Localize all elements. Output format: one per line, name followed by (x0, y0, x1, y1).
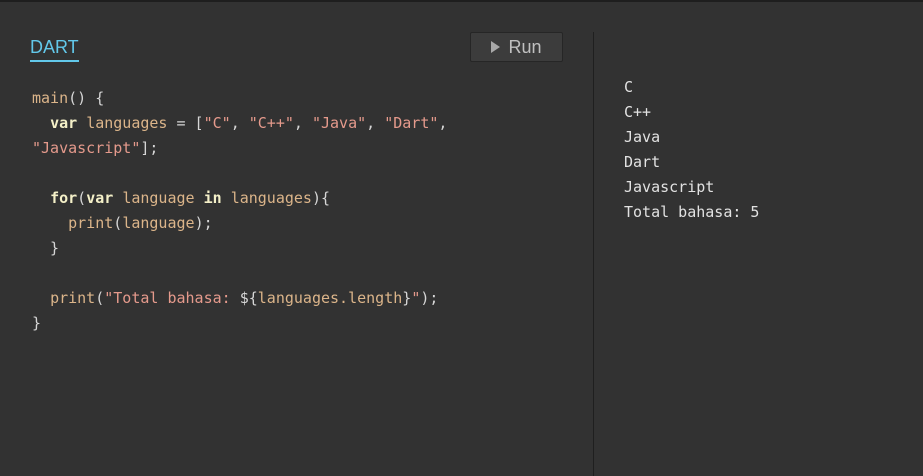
console-line: Javascript (624, 178, 715, 196)
code-token: } (32, 239, 60, 257)
console-output: C C++ Java Dart Javascript Total bahasa: 5 (624, 75, 759, 225)
code-token: "Dart" (384, 114, 439, 132)
code-token: ${ (239, 289, 258, 307)
code-token: ( (95, 289, 105, 307)
panel-divider (593, 32, 594, 476)
code-token: languages (230, 189, 312, 207)
code-token: ){ (311, 189, 331, 207)
code-line: } (32, 311, 447, 336)
play-icon (491, 41, 501, 53)
code-token: languages.length (257, 289, 403, 307)
console-line: C (624, 78, 634, 96)
code-token: print (68, 214, 114, 232)
code-token: "Total bahasa: (104, 289, 240, 307)
code-token: for (50, 189, 78, 207)
code-line: var languages = ["C", "C++", "Java", "Da… (32, 111, 447, 136)
code-token: language (122, 189, 195, 207)
code-token: ); (420, 289, 439, 307)
code-token: , (438, 114, 448, 132)
run-button-label: Run (508, 36, 542, 57)
code-line: main() { (32, 86, 447, 111)
code-token: ( (77, 189, 87, 207)
code-token: , (366, 114, 385, 132)
code-editor[interactable]: main() { var languages = ["C", "C++", "J… (32, 86, 447, 336)
code-token: ); (194, 214, 213, 232)
code-token: "C++" (248, 114, 294, 132)
code-token: () { (68, 89, 105, 107)
code-token: "C" (203, 114, 231, 132)
console-line: Dart (624, 153, 661, 171)
code-token: main (32, 89, 69, 107)
code-token: } (32, 314, 42, 332)
dartpad-window: DART Run main() { var languages = ["C", … (0, 0, 923, 476)
code-token: language (122, 214, 195, 232)
code-token: = [ (167, 114, 204, 132)
code-token: var (86, 189, 114, 207)
run-button[interactable]: Run (470, 32, 563, 62)
code-token: print (50, 289, 96, 307)
code-token: var (50, 114, 78, 132)
code-token: languages (86, 114, 168, 132)
code-token: "Javascript" (32, 139, 141, 157)
code-token: " (411, 289, 421, 307)
tab-dart[interactable]: DART (30, 36, 79, 62)
console-line: Total bahasa: 5 (624, 203, 760, 221)
code-token: , (230, 114, 249, 132)
code-line: print(language); (32, 211, 447, 236)
code-line: "Javascript"]; (32, 136, 447, 161)
code-token: } (402, 289, 412, 307)
editor-panel: DART Run main() { var languages = ["C", … (0, 2, 593, 476)
code-line: print("Total bahasa: ${languages.length}… (32, 286, 447, 311)
code-line: } (32, 236, 447, 261)
code-token: , (293, 114, 312, 132)
code-token: ( (113, 214, 123, 232)
console-line: C++ (624, 103, 652, 121)
code-token: "Java" (311, 114, 367, 132)
code-line: for(var language in languages){ (32, 186, 447, 211)
code-token: ]; (140, 139, 159, 157)
console-line: Java (624, 128, 661, 146)
code-token: in (203, 189, 222, 207)
